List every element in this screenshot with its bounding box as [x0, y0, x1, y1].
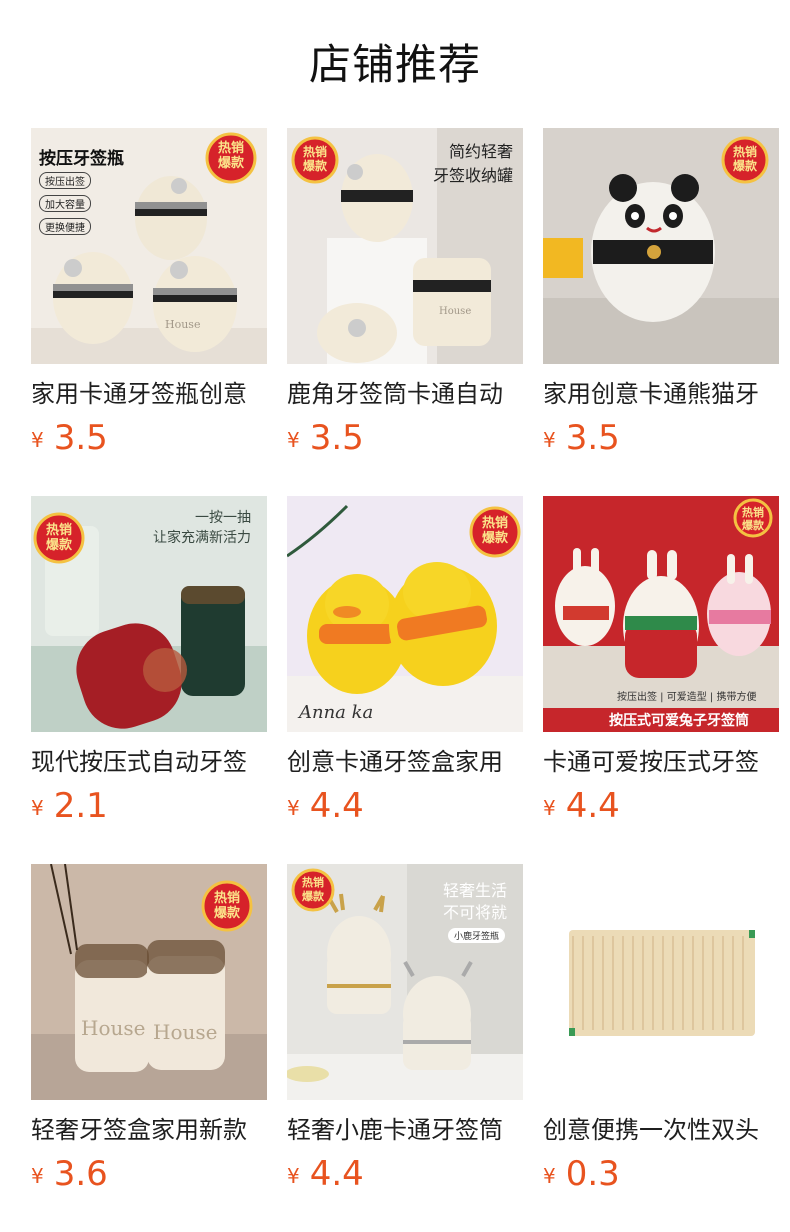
product-price: ¥0.3 — [543, 1154, 620, 1194]
product-name[interactable]: 现代按压式自动牙签 — [31, 746, 267, 778]
product-image[interactable]: 热销 爆款 轻奢生活 不可将就 小鹿牙签瓶 — [287, 864, 523, 1100]
product-image[interactable]: 热销 爆款 按压出签 | 可爱造型 | 携带方便 按压式可爱兔子牙签筒 — [543, 496, 779, 732]
product-image[interactable]: 热销 爆款 简约轻奢 牙签收纳罐 House — [287, 128, 523, 364]
image-overlay-title: 一按一抽 让家充满新活力 — [153, 510, 251, 546]
brand-logo: House — [165, 318, 201, 331]
hot-sale-badge: 热销 爆款 — [45, 523, 72, 553]
hot-sale-badge: 热销 爆款 — [742, 506, 764, 532]
feature-tags: 按压出签 加大容量 更换便捷 — [39, 172, 91, 235]
product-image[interactable]: 热销 爆款 Anna ka — [287, 496, 523, 732]
product-price: ¥3.5 — [287, 418, 364, 458]
product-image[interactable]: 热销 爆款 一按一抽 让家充满新活力 — [31, 496, 267, 732]
product-image[interactable] — [543, 864, 779, 1100]
hot-sale-badge: 热销 爆款 — [481, 516, 508, 546]
product-name[interactable]: 轻奢小鹿卡通牙签筒 — [287, 1114, 523, 1146]
feature-tag: 小鹿牙签瓶 — [447, 928, 505, 943]
product-price: ¥3.5 — [31, 418, 108, 458]
product-name[interactable]: 创意卡通牙签盒家用 — [287, 746, 523, 778]
product-image[interactable]: 按压牙签瓶 按压出签 加大容量 更换便捷 热销 爆款 House — [31, 128, 267, 364]
product-price: ¥2.1 — [31, 786, 108, 826]
image-caption: Anna ka — [299, 702, 374, 723]
image-overlay-title: 简约轻奢 牙签收纳罐 — [432, 142, 513, 185]
feature-tags: 按压出签 | 可爱造型 | 携带方便 — [617, 692, 757, 703]
product-name[interactable]: 家用卡通牙签瓶创意 — [31, 378, 267, 410]
product-name[interactable]: 卡通可爱按压式牙签 — [543, 746, 779, 778]
hot-sale-badge: 热销 爆款 — [302, 145, 327, 173]
image-overlay-title: 按压牙签瓶 — [39, 149, 124, 169]
section-title: 店铺推荐 — [308, 40, 481, 89]
hot-sale-badge: 热销 爆款 — [302, 876, 324, 903]
product-name[interactable]: 鹿角牙签筒卡通自动 — [287, 378, 523, 410]
feature-tag: 更换便捷 — [39, 218, 91, 235]
product-price: ¥3.5 — [543, 418, 620, 458]
brand-logo: House — [153, 1020, 218, 1044]
product-name[interactable]: 创意便携一次性双头 — [543, 1114, 779, 1146]
image-banner: 按压式可爱兔子牙签筒 — [609, 713, 749, 729]
brand-logo: House — [81, 1016, 146, 1040]
product-price: ¥4.4 — [287, 1154, 364, 1194]
product-image[interactable]: 热销 爆款 — [543, 128, 779, 364]
hot-sale-badge: 热销 爆款 — [213, 891, 240, 921]
product-price: ¥4.4 — [543, 786, 620, 826]
product-price: ¥3.6 — [31, 1154, 108, 1194]
product-price: ¥4.4 — [287, 786, 364, 826]
feature-tag: 加大容量 — [39, 195, 91, 212]
product-image[interactable]: 热销 爆款 House House — [31, 864, 267, 1100]
hot-sale-badge: 热销 爆款 — [732, 145, 757, 173]
product-name[interactable]: 家用创意卡通熊猫牙 — [543, 378, 779, 410]
brand-logo: House — [439, 306, 472, 317]
feature-tag: 按压出签 — [39, 172, 91, 189]
hot-sale-badge: 热销 爆款 — [217, 141, 244, 171]
image-overlay-title: 轻奢生活 不可将就 — [442, 881, 507, 922]
product-name[interactable]: 轻奢牙签盒家用新款 — [31, 1114, 267, 1146]
